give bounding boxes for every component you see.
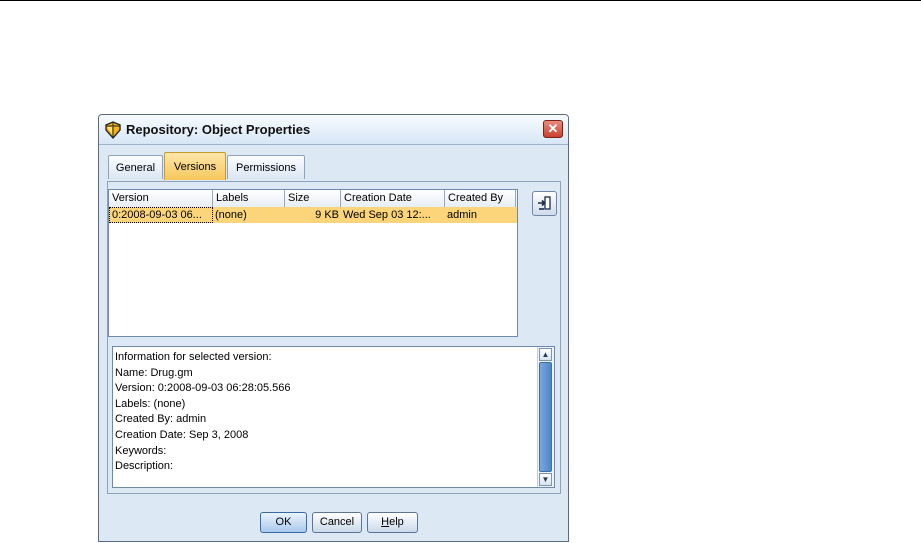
version-info-panel[interactable]: Information for selected version: Name: … <box>112 346 555 488</box>
close-button[interactable]: ✕ <box>543 120 563 138</box>
insert-version-button[interactable] <box>532 191 557 216</box>
dialog-title: Repository: Object Properties <box>126 122 311 137</box>
tab-permissions[interactable]: Permissions <box>227 155 305 179</box>
cell-size: 9 KB <box>315 209 339 221</box>
cell-created-by: admin <box>447 209 477 221</box>
scroll-up-icon[interactable]: ▲ <box>539 348 552 361</box>
info-line: Information for selected version: <box>115 351 272 363</box>
column-header-creation-date[interactable]: Creation Date <box>341 190 445 207</box>
tab-versions[interactable]: Versions <box>164 152 226 180</box>
info-line: Version: 0:2008-09-03 06:28:05.566 <box>115 382 291 395</box>
table-header: Version Labels Size Creation Date Create… <box>109 190 517 208</box>
cell-version: 0:2008-09-03 06... <box>109 207 213 223</box>
scroll-thumb[interactable] <box>539 362 552 472</box>
info-line: Keywords: <box>115 444 167 457</box>
help-button[interactable]: Help <box>367 512 418 533</box>
insert-version-icon <box>538 196 551 210</box>
info-line: Name: Drug.gm <box>115 366 193 379</box>
info-line: Created By: admin <box>115 413 207 426</box>
repository-icon <box>105 121 121 139</box>
info-line: Creation Date: Sep 3, 2008 <box>115 428 249 441</box>
table-row[interactable]: 0:2008-09-03 06... (none) 9 KB Wed Sep 0… <box>109 207 517 223</box>
scroll-down-icon[interactable]: ▼ <box>539 473 552 486</box>
object-properties-dialog: Repository: Object Properties ✕ General … <box>98 114 569 542</box>
help-label-rest: elp <box>389 516 404 528</box>
info-scrollbar[interactable]: ▲ ▼ <box>537 347 554 487</box>
column-header-labels[interactable]: Labels <box>213 190 285 207</box>
info-line: Description: <box>115 460 174 473</box>
title-bar[interactable]: Repository: Object Properties ✕ <box>99 115 568 145</box>
version-info-text: Information for selected version: Name: … <box>115 350 535 475</box>
info-line: Labels: (none) <box>115 397 186 410</box>
tab-general[interactable]: General <box>108 155 163 179</box>
ok-button[interactable]: OK <box>260 512 307 533</box>
help-mnemonic: H <box>381 516 390 528</box>
cell-creation-date: Wed Sep 03 12:... <box>343 209 431 221</box>
cancel-button[interactable]: Cancel <box>312 512 362 533</box>
close-icon: ✕ <box>547 121 559 136</box>
top-rule <box>0 0 921 1</box>
versions-table: Version Labels Size Creation Date Create… <box>108 189 518 337</box>
cell-labels: (none) <box>215 209 247 221</box>
column-header-size[interactable]: Size <box>285 190 341 207</box>
column-header-version[interactable]: Version <box>109 190 213 207</box>
column-header-created-by[interactable]: Created By <box>445 190 516 207</box>
